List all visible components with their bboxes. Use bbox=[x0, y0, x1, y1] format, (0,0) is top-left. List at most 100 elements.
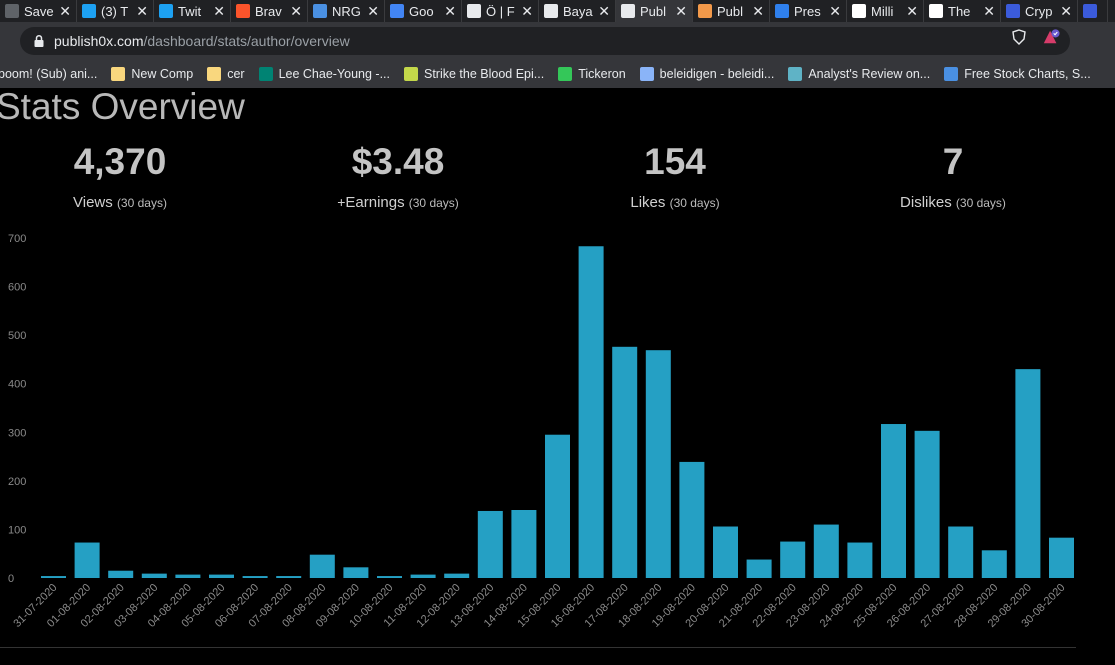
chart-bar[interactable] bbox=[612, 346, 638, 578]
chart-bar[interactable] bbox=[881, 424, 906, 578]
bookmark-item[interactable]: Free Stock Charts, S... bbox=[944, 67, 1091, 81]
close-icon[interactable]: ✕ bbox=[829, 3, 841, 20]
stat-label: Views (30 days) bbox=[0, 194, 240, 211]
bookmark-item[interactable]: beleidigen - beleidi... bbox=[639, 67, 775, 81]
close-icon[interactable]: ✕ bbox=[213, 3, 225, 20]
bookmark-label: Strike the Blood Epi... bbox=[424, 67, 545, 81]
close-icon[interactable]: ✕ bbox=[752, 3, 764, 20]
chart-bar[interactable] bbox=[679, 461, 705, 578]
tab-title: Save bbox=[24, 3, 54, 19]
browser-tab[interactable]: Cryp ✕ bbox=[1001, 0, 1078, 22]
bookmark-item[interactable]: boom! (Sub) ani... bbox=[0, 67, 97, 81]
chart-bar[interactable] bbox=[1015, 369, 1041, 578]
chart-bar[interactable] bbox=[74, 542, 100, 578]
chart-bar[interactable] bbox=[242, 576, 268, 578]
browser-tab[interactable]: Pres ✕ bbox=[770, 0, 847, 22]
browser-tab[interactable]: Goo ✕ bbox=[385, 0, 462, 22]
chart-bar[interactable] bbox=[1049, 537, 1074, 578]
tab-title: (3) T bbox=[101, 3, 129, 19]
bookmark-item[interactable]: Lee Chae-Young -... bbox=[258, 67, 390, 81]
close-icon[interactable]: ✕ bbox=[983, 3, 995, 20]
y-tick-label: 300 bbox=[8, 427, 26, 439]
browser-tab[interactable]: Publ ✕ bbox=[693, 0, 770, 22]
close-icon[interactable]: ✕ bbox=[906, 3, 918, 20]
bookmark-item[interactable]: Strike the Blood Epi... bbox=[404, 67, 544, 81]
brave-shield-icon[interactable] bbox=[1010, 28, 1028, 46]
google-translate-icon bbox=[390, 4, 404, 18]
bookmark-item[interactable]: Analyst's Review on... bbox=[788, 67, 930, 81]
globe-icon bbox=[788, 67, 803, 81]
y-tick-label: 0 bbox=[8, 573, 14, 585]
chart-bar[interactable] bbox=[645, 350, 671, 578]
stat-label-text: Earnings bbox=[345, 194, 405, 211]
chart-bar[interactable] bbox=[377, 576, 402, 578]
chart-bar[interactable] bbox=[309, 554, 335, 578]
f-icon bbox=[929, 4, 943, 18]
stat-label: Likes (30 days) bbox=[555, 194, 795, 211]
bookmark-label: New Comp bbox=[131, 67, 194, 81]
chart-bar[interactable] bbox=[175, 574, 201, 578]
bookmark-label: Tickeron bbox=[578, 67, 626, 81]
tab-title: Publ bbox=[640, 3, 667, 19]
chart-bar[interactable] bbox=[813, 524, 839, 578]
chart-bar[interactable] bbox=[41, 576, 66, 578]
twitter-icon bbox=[82, 4, 96, 18]
close-icon[interactable]: ✕ bbox=[444, 3, 456, 20]
close-icon[interactable]: ✕ bbox=[1060, 3, 1072, 20]
stat-label: +Earnings (30 days) bbox=[278, 194, 518, 211]
chart-bar[interactable] bbox=[141, 573, 167, 578]
chart-bar[interactable] bbox=[847, 542, 873, 578]
chart-bar[interactable] bbox=[746, 559, 772, 578]
close-icon[interactable]: ✕ bbox=[521, 3, 533, 20]
browser-tab[interactable]: NRG ✕ bbox=[308, 0, 385, 22]
bookmark-item[interactable]: Tickeron bbox=[558, 67, 626, 81]
chart-bar[interactable] bbox=[545, 434, 570, 578]
chart-bar[interactable] bbox=[276, 576, 302, 578]
chart-bar[interactable] bbox=[511, 510, 537, 578]
chart-bar[interactable] bbox=[578, 246, 604, 578]
close-icon[interactable]: ✕ bbox=[367, 3, 379, 20]
address-bar[interactable]: publish0x.com/dashboard/stats/author/ove… bbox=[20, 27, 1070, 55]
chart-bar[interactable] bbox=[948, 526, 974, 578]
browser-tab[interactable]: (3) T ✕ bbox=[77, 0, 154, 22]
close-icon[interactable]: ✕ bbox=[59, 3, 71, 20]
chart-bar[interactable] bbox=[477, 510, 503, 578]
browser-tab[interactable]: The ✕ bbox=[924, 0, 1001, 22]
chart-bar[interactable] bbox=[444, 573, 470, 578]
bookmark-label: beleidigen - beleidi... bbox=[659, 67, 775, 81]
browser-tab[interactable]: Baya ✕ bbox=[539, 0, 616, 22]
browser-tab[interactable]: Publ ✕ bbox=[616, 0, 693, 22]
tab-title: NRG bbox=[332, 3, 361, 19]
folder-icon bbox=[111, 67, 126, 81]
close-icon[interactable]: ✕ bbox=[136, 3, 148, 20]
bookmark-label: Free Stock Charts, S... bbox=[964, 67, 1091, 81]
chart-bar[interactable] bbox=[108, 570, 134, 578]
browser-tab[interactable] bbox=[1078, 0, 1108, 22]
y-tick-label: 500 bbox=[8, 330, 26, 342]
twitter-icon bbox=[159, 4, 173, 18]
brave-rewards-icon[interactable] bbox=[1042, 28, 1060, 46]
close-icon[interactable]: ✕ bbox=[290, 3, 302, 20]
browser-tab[interactable]: Milli ✕ bbox=[847, 0, 924, 22]
browser-tab[interactable]: Ö | F ✕ bbox=[462, 0, 539, 22]
stat-label-text: Dislikes bbox=[900, 194, 952, 211]
chart-bar[interactable] bbox=[981, 550, 1007, 578]
tab-title: Twit bbox=[178, 3, 202, 19]
chart-bar[interactable] bbox=[209, 574, 234, 578]
close-icon[interactable]: ✕ bbox=[675, 3, 687, 20]
chart-bar[interactable] bbox=[780, 541, 806, 578]
chart-bar[interactable] bbox=[410, 574, 436, 578]
y-tick-label: 400 bbox=[8, 379, 26, 391]
close-icon[interactable]: ✕ bbox=[598, 3, 610, 20]
coin-icon bbox=[1083, 4, 1097, 18]
browser-tab[interactable]: Twit ✕ bbox=[154, 0, 231, 22]
stat-period: (30 days) bbox=[408, 196, 459, 210]
chart-bar[interactable] bbox=[343, 567, 369, 578]
save-icon bbox=[5, 4, 19, 18]
chart-bar[interactable] bbox=[713, 526, 738, 578]
browser-tab[interactable]: Brav ✕ bbox=[231, 0, 308, 22]
browser-tab[interactable]: Save ✕ bbox=[0, 0, 77, 22]
bookmark-item[interactable]: New Comp bbox=[111, 67, 193, 81]
bookmark-item[interactable]: cer bbox=[207, 67, 245, 81]
chart-bar[interactable] bbox=[914, 430, 940, 578]
